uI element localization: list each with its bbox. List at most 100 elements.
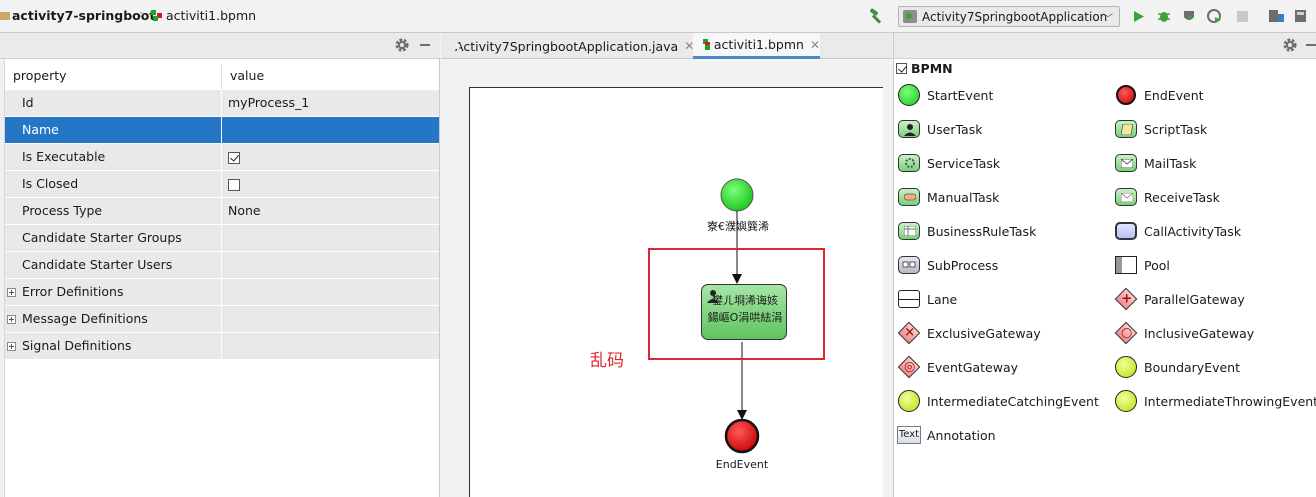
- palette-item-receive-task[interactable]: ReceiveTask: [1114, 184, 1220, 210]
- palette-item-annotation[interactable]: Text Annotation: [897, 422, 996, 448]
- bpmn-file-icon: [151, 10, 162, 21]
- table-row[interactable]: Id myProcess_1: [5, 90, 439, 117]
- expand-plus-icon[interactable]: [7, 315, 16, 324]
- table-row-expandable[interactable]: Message Definitions: [5, 306, 439, 333]
- tab-label: Activity7SpringbootApplication.java: [455, 38, 679, 54]
- property-value-name[interactable]: [222, 117, 439, 143]
- breadcrumb-file[interactable]: activiti1.bpmn: [151, 8, 256, 23]
- palette-item-label: CallActivityTask: [1144, 223, 1242, 239]
- property-key: Candidate Starter Groups: [5, 225, 222, 251]
- run-button[interactable]: [1131, 8, 1147, 24]
- palette-item-service-task[interactable]: ServiceTask: [897, 150, 1000, 176]
- vertical-scrollbar[interactable]: [883, 83, 892, 383]
- manual-task-icon: [897, 185, 921, 209]
- property-key: Is Closed: [5, 171, 222, 197]
- property-value-empty: [222, 333, 439, 359]
- table-row[interactable]: Is Closed: [5, 171, 439, 198]
- palette-item-call-activity-task[interactable]: CallActivityTask: [1114, 218, 1241, 244]
- editor-tabs: Activity7SpringbootApplication.java ✕ ac…: [441, 33, 892, 59]
- palette-item-business-rule-task[interactable]: BusinessRuleTask: [897, 218, 1036, 244]
- table-row-selected[interactable]: Name: [5, 117, 439, 144]
- business-rule-task-icon: [897, 219, 921, 243]
- palette-item-label: Annotation: [927, 427, 996, 443]
- palette-item-label: ManualTask: [927, 189, 1000, 205]
- mail-task-icon: [1114, 151, 1138, 175]
- tab-label: activiti1.bpmn: [713, 37, 804, 52]
- hide-panel-icon[interactable]: [420, 44, 430, 46]
- table-header: property value: [5, 63, 439, 90]
- table-row[interactable]: Candidate Starter Groups: [5, 225, 439, 252]
- profile-button[interactable]: [1206, 8, 1222, 24]
- palette-item-label: StartEvent: [927, 87, 994, 103]
- palette-item-end-event[interactable]: EndEvent: [1114, 82, 1204, 108]
- table-row[interactable]: Is Executable: [5, 144, 439, 171]
- column-header-property: property: [5, 63, 222, 89]
- gear-icon[interactable]: [394, 37, 410, 53]
- tab-java-file[interactable]: Activity7SpringbootApplication.java ✕: [441, 33, 694, 59]
- script-task-icon: [1114, 117, 1138, 141]
- table-row-expandable[interactable]: Error Definitions: [5, 279, 439, 306]
- project-structure-button[interactable]: [1268, 8, 1284, 24]
- palette-item-intermediate-throwing-event[interactable]: IntermediateThrowingEvent: [1114, 388, 1316, 414]
- palette-item-sub-process[interactable]: SubProcess: [897, 252, 998, 278]
- end-event-label: EndEvent: [715, 458, 769, 471]
- palette-item-script-task[interactable]: ScriptTask: [1114, 116, 1207, 142]
- palette-item-pool[interactable]: Pool: [1114, 252, 1170, 278]
- table-row[interactable]: Candidate Starter Users: [5, 252, 439, 279]
- expand-plus-icon[interactable]: [7, 288, 16, 297]
- palette-item-parallel-gateway[interactable]: + ParallelGateway: [1114, 286, 1245, 312]
- profiler-icon: [1206, 8, 1221, 23]
- run-configuration-select[interactable]: Activity7SpringbootApplication ﹀: [898, 6, 1120, 27]
- is-closed-checkbox[interactable]: [228, 178, 240, 191]
- palette-item-label: Lane: [927, 291, 958, 307]
- property-key: Signal Definitions: [5, 333, 222, 359]
- property-value-candidate-users[interactable]: [222, 252, 439, 278]
- play-icon: [1134, 10, 1144, 22]
- navigation-bar: activity7-springboot › activiti1.bpmn Ac…: [0, 0, 1316, 33]
- palette-item-label: UserTask: [927, 121, 983, 137]
- sdk-button[interactable]: [1293, 8, 1309, 24]
- palette-group-bpmn[interactable]: BPMN: [896, 61, 953, 76]
- palette-item-inclusive-gateway[interactable]: ○ InclusiveGateway: [1114, 320, 1254, 346]
- palette-item-lane[interactable]: Lane: [897, 286, 957, 312]
- is-executable-checkbox[interactable]: [228, 151, 240, 164]
- annotation-icon-text: Text: [897, 426, 921, 444]
- property-value-candidate-groups[interactable]: [222, 225, 439, 251]
- palette-item-exclusive-gateway[interactable]: ✕ ExclusiveGateway: [897, 320, 1041, 346]
- stop-button[interactable]: [1234, 8, 1250, 24]
- palette-item-mail-task[interactable]: MailTask: [1114, 150, 1196, 176]
- stop-icon: [1236, 10, 1248, 22]
- property-key: Is Executable: [5, 144, 222, 170]
- palette-item-label: ParallelGateway: [1144, 291, 1245, 307]
- table-row[interactable]: Process Type None: [5, 198, 439, 225]
- palette-item-event-gateway[interactable]: ◎ EventGateway: [897, 354, 1018, 380]
- palette-item-label: EventGateway: [927, 359, 1019, 375]
- palette-item-start-event[interactable]: StartEvent: [897, 82, 993, 108]
- gear-icon[interactable]: [1282, 37, 1298, 53]
- group-toggle-checkbox[interactable]: [896, 63, 907, 74]
- build-hammer-icon[interactable]: [869, 8, 885, 24]
- hide-panel-icon[interactable]: [1306, 44, 1316, 46]
- inclusive-gateway-icon: ○: [1114, 321, 1138, 345]
- folder-icon: [0, 11, 10, 20]
- palette-item-label: ServiceTask: [927, 155, 1001, 171]
- boundary-event-icon: [1114, 355, 1138, 379]
- palette-group-label: BPMN: [911, 61, 953, 76]
- palette-item-boundary-event[interactable]: BoundaryEvent: [1114, 354, 1240, 380]
- property-value-is-executable: [222, 144, 439, 170]
- palette-item-intermediate-catching-event[interactable]: IntermediateCatchingEvent: [897, 388, 1099, 414]
- palette-item-user-task[interactable]: UserTask: [897, 116, 982, 142]
- palette-item-manual-task[interactable]: ManualTask: [897, 184, 999, 210]
- expand-plus-icon[interactable]: [7, 342, 16, 351]
- property-value-id[interactable]: myProcess_1: [222, 90, 439, 116]
- run-with-coverage-button[interactable]: [1181, 8, 1197, 24]
- breadcrumb-project[interactable]: activity7-springboot: [0, 8, 155, 23]
- palette-item-label: SubProcess: [927, 257, 999, 273]
- tab-bpmn-file[interactable]: activiti1.bpmn ✕: [693, 33, 820, 59]
- property-key: Message Definitions: [5, 306, 222, 332]
- property-value-process-type[interactable]: None: [222, 198, 439, 224]
- annotation-icon: Text: [897, 423, 921, 447]
- table-row-expandable[interactable]: Signal Definitions: [5, 333, 439, 360]
- debug-button[interactable]: [1156, 8, 1172, 24]
- close-icon[interactable]: ✕: [810, 38, 820, 52]
